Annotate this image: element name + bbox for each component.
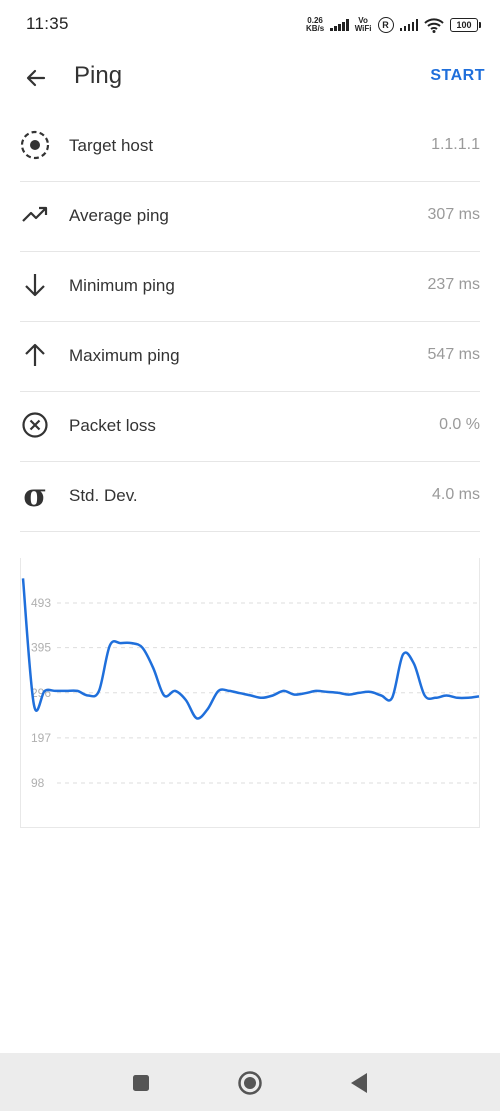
status-time: 11:35	[26, 14, 69, 33]
arrow-back-icon	[26, 69, 46, 87]
y-tick-label: 395	[31, 641, 51, 655]
signal-icon-2	[399, 19, 418, 31]
app-bar: Ping START	[0, 50, 500, 106]
stat-value: 0.0 %	[439, 416, 480, 433]
square-icon	[133, 1075, 149, 1091]
y-tick-label: 493	[31, 596, 51, 610]
arrow-down-icon	[20, 270, 50, 300]
ping-chart: 493 395 296 197 98	[20, 558, 480, 828]
stat-value: 237 ms	[427, 276, 480, 293]
status-icons: 0.26 KB/s Vo WiFi R 100	[305, 13, 481, 37]
ping-series-line	[21, 578, 480, 720]
start-button[interactable]: START	[430, 67, 485, 85]
back-button[interactable]	[14, 56, 58, 100]
wifi-icon	[424, 18, 444, 33]
stat-row-std-dev: σ Std. Dev. 4.0 ms	[20, 462, 480, 532]
stat-label: Std. Dev.	[69, 486, 138, 505]
stats-list: Target host 1.1.1.1 Average ping 307 ms …	[20, 112, 480, 532]
ping-line-chart: 49339529619798	[21, 578, 480, 790]
page-title: Ping	[74, 62, 123, 89]
cancel-circle-icon	[20, 410, 50, 440]
stat-value: 4.0 ms	[431, 486, 480, 503]
system-nav-bar	[0, 1053, 500, 1111]
status-bar: 11:35 0.26 KB/s Vo WiFi R 100	[0, 0, 500, 50]
stat-value: 1.1.1.1	[431, 136, 480, 153]
recents-button[interactable]	[128, 1070, 154, 1096]
stat-value: 547 ms	[427, 346, 480, 363]
circle-icon	[238, 1071, 262, 1095]
arrow-up-icon	[20, 340, 50, 370]
stat-label: Minimum ping	[69, 276, 175, 295]
signal-icon	[330, 19, 349, 31]
stat-row-average-ping: Average ping 307 ms	[20, 182, 480, 252]
stat-label: Target host	[69, 136, 154, 155]
sigma-icon: σ	[23, 476, 47, 514]
stat-row-packet-loss: Packet loss 0.0 %	[20, 392, 480, 462]
target-icon	[20, 130, 50, 160]
roaming-icon: R	[377, 17, 394, 33]
stat-label: Average ping	[69, 206, 169, 225]
vowifi-icon: Vo WiFi	[354, 16, 372, 33]
back-nav-button[interactable]	[346, 1070, 372, 1096]
y-tick-label: 98	[31, 776, 45, 790]
stat-value: 307 ms	[427, 206, 480, 223]
stat-label: Maximum ping	[69, 346, 180, 365]
stat-row-minimum-ping: Minimum ping 237 ms	[20, 252, 480, 322]
stat-row-target-host: Target host 1.1.1.1	[20, 112, 480, 182]
stat-label: Packet loss	[69, 416, 156, 435]
stat-row-maximum-ping: Maximum ping 547 ms	[20, 322, 480, 392]
home-button[interactable]	[237, 1070, 263, 1096]
y-tick-label: 197	[31, 731, 51, 745]
network-speed: 0.26 KB/s	[305, 16, 325, 33]
triangle-back-icon	[351, 1073, 367, 1093]
trending-up-icon	[20, 200, 50, 230]
battery-icon: 100	[450, 18, 481, 32]
